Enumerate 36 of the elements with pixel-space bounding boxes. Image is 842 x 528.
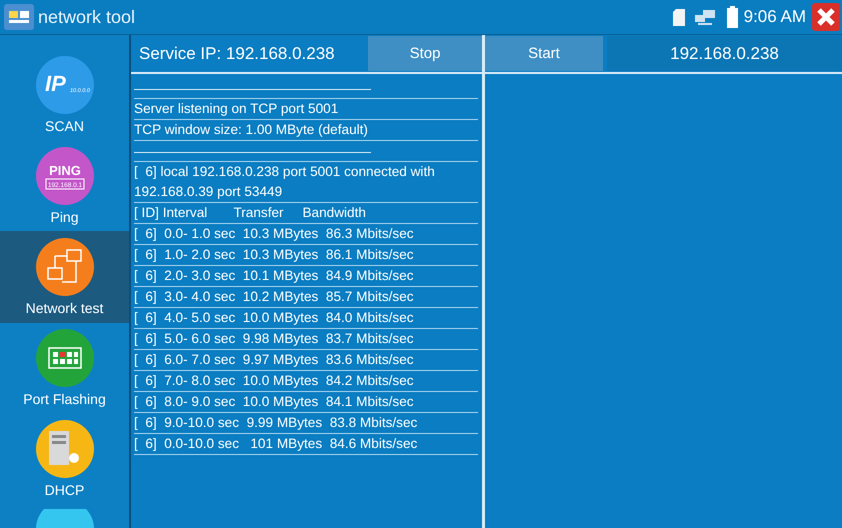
- ip-circle-icon: [36, 56, 94, 114]
- start-button[interactable]: Start: [485, 36, 603, 71]
- log-line: [ 6] 5.0- 6.0 sec 9.98 MBytes 83.7 Mbits/sec: [134, 329, 478, 350]
- sidebar-item[interactable]: Port Flashing: [0, 322, 129, 414]
- ip-address-field[interactable]: 192.168.0.238: [607, 36, 842, 71]
- log-line: [ 6] local 192.168.0.238 port 5001 connected with 192.168.0.39 port 53449: [134, 162, 478, 203]
- log-line: [ ID] Interval Transfer Bandwidth: [134, 203, 478, 224]
- server-gear-icon: [36, 420, 94, 478]
- sidebar-item[interactable]: Network test: [0, 231, 129, 323]
- log-line: [ 6] 0.0- 1.0 sec 10.3 MBytes 86.3 Mbits/sec: [134, 224, 478, 245]
- network-computers-icon: [694, 9, 715, 25]
- sidebar-item[interactable]: DHCP: [0, 414, 129, 506]
- port-grid-icon: [36, 329, 94, 388]
- close-button[interactable]: [812, 3, 840, 31]
- service-ip-label: Service IP: 192.168.0.238: [138, 44, 336, 64]
- log-line: [ 6] 4.0- 5.0 sec 10.0 MBytes 84.0 Mbits/sec: [134, 308, 478, 329]
- battery-icon: [726, 6, 738, 28]
- ping-logo-text: PING: [48, 162, 80, 178]
- window-title: network tool: [38, 6, 136, 28]
- log-line: [ 6] 7.0- 8.0 sec 10.0 MBytes 84.2 Mbits/sec: [134, 371, 478, 392]
- log-line: TCP window size: 1.00 MByte (default): [134, 120, 478, 141]
- sd-card-icon: [672, 8, 685, 26]
- log-line: [ 6] 0.0-10.0 sec 101 MBytes 84.6 Mbits/sec: [134, 434, 478, 455]
- network-diagram-icon: [36, 238, 94, 296]
- ping-circle-icon: [36, 146, 94, 205]
- log-line: [ 6] 6.0- 7.0 sec 9.97 MBytes 83.6 Mbits/sec: [134, 350, 478, 371]
- stop-button[interactable]: Stop: [368, 36, 482, 71]
- ip-logo-text: IP: [44, 70, 66, 96]
- log-line: [ 6] 8.0- 9.0 sec 10.0 MBytes 84.1 Mbits/sec: [134, 392, 478, 413]
- log-line: [ 6] 9.0-10.0 sec 9.99 MBytes 83.8 Mbits/sec: [134, 413, 478, 434]
- log-line: [ 6] 1.0- 2.0 sec 10.3 MBytes 86.1 Mbits/sec: [134, 245, 478, 266]
- log-line: Server listening on TCP port 5001: [134, 99, 478, 120]
- log-line: [ 6] 2.0- 3.0 sec 10.1 MBytes 84.9 Mbits/sec: [134, 266, 478, 287]
- clock-time: 9:06 AM: [744, 7, 806, 27]
- app-logo-icon: [4, 4, 34, 30]
- log-line: [ 6] 3.0- 4.0 sec 10.2 MBytes 85.7 Mbits/sec: [134, 287, 478, 308]
